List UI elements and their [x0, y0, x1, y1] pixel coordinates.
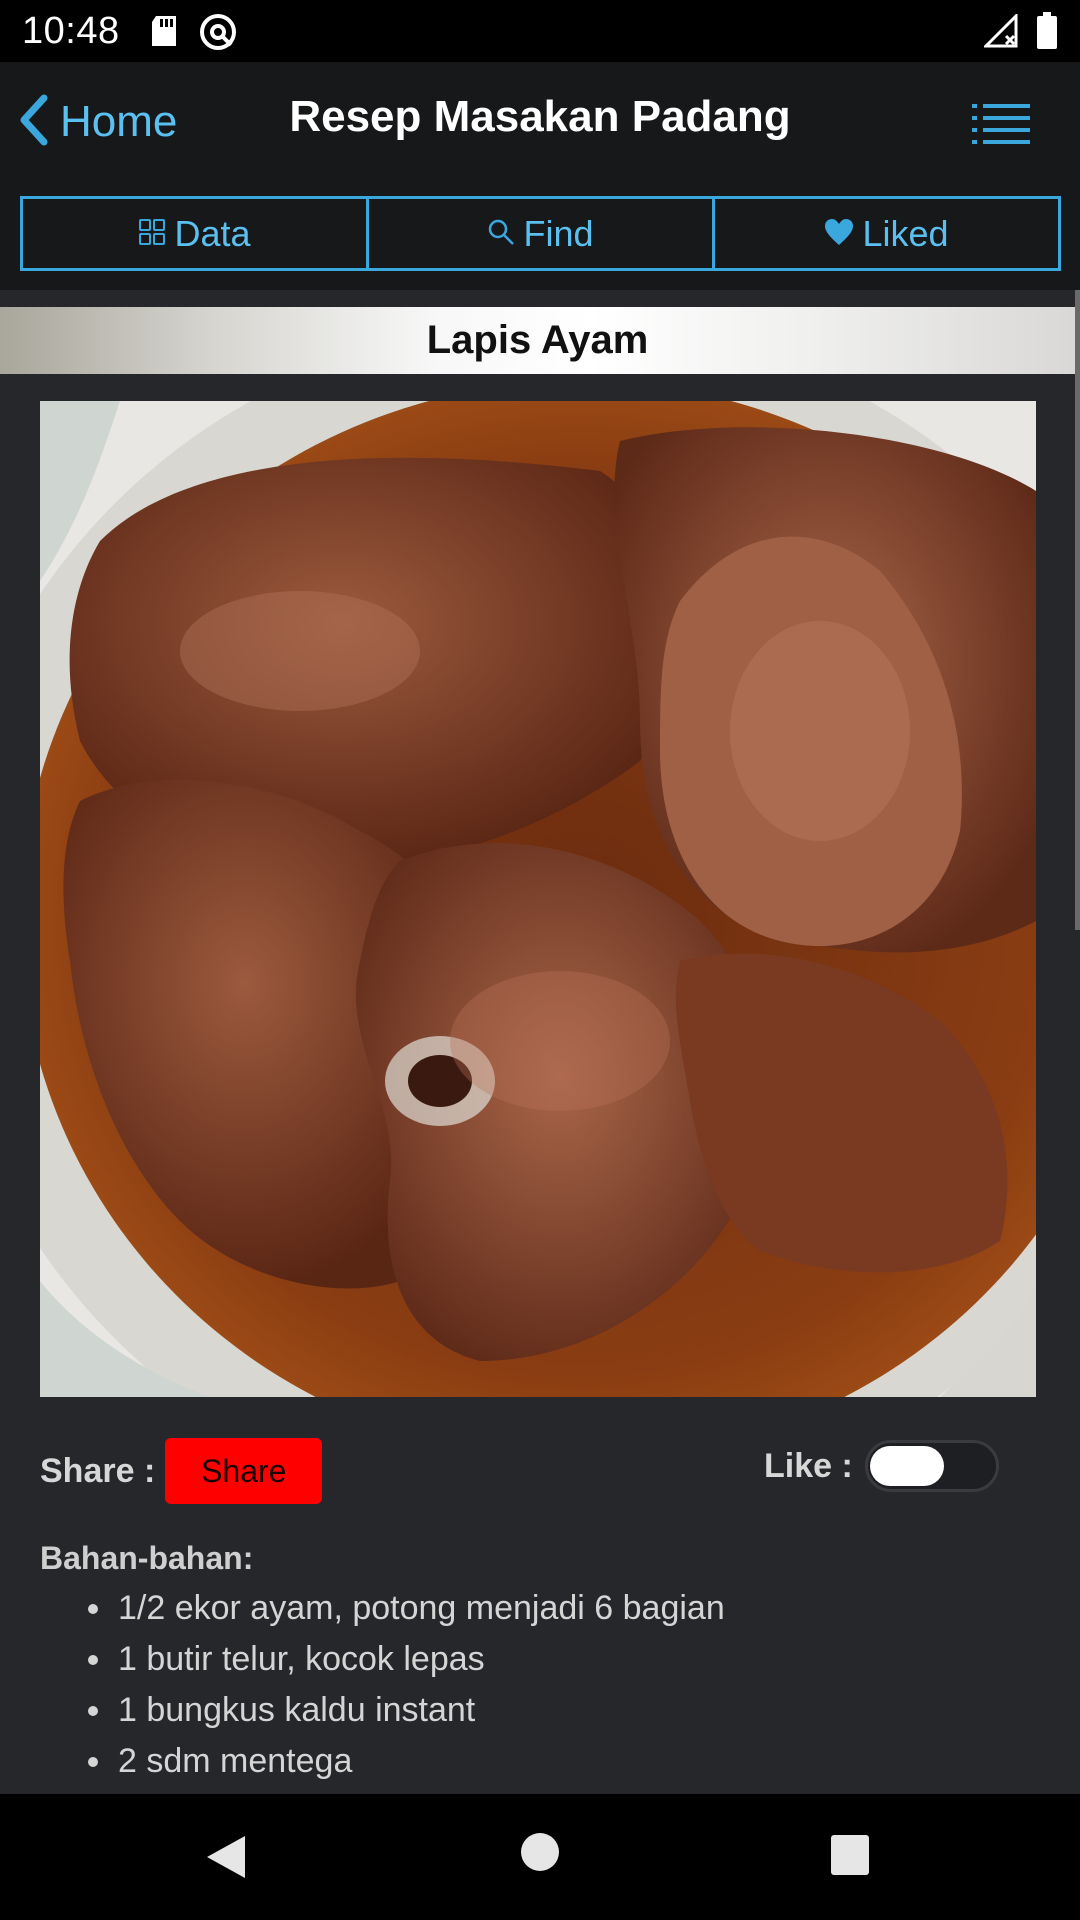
signal-icon	[982, 12, 1020, 53]
back-label: Home	[60, 97, 178, 146]
like-label: Like :	[764, 1446, 853, 1485]
list-item: 1 bungkus kaldu instant	[88, 1685, 1040, 1736]
status-time: 10:48	[22, 10, 120, 52]
nav-recents-icon[interactable]	[830, 1834, 870, 1881]
tab-data-label: Data	[174, 212, 251, 254]
search-icon	[487, 213, 515, 255]
heart-icon	[824, 213, 854, 255]
tab-liked[interactable]: Liked	[715, 199, 1058, 268]
list-menu-icon[interactable]	[972, 102, 1032, 144]
nav-back-icon[interactable]	[205, 1834, 247, 1885]
list-item: 1/2 ekor ayam, potong menjadi 6 bagian	[88, 1583, 1040, 1634]
like-toggle[interactable]	[864, 1440, 999, 1492]
recipe-content[interactable]: Lapis Ayam Share: Share Like: Bahan-ba…	[0, 290, 1080, 1794]
page-title: Resep Masakan Padang	[289, 92, 791, 141]
ingredients-section: Bahan-bahan: 1/2 ekor ayam, potong menja…	[40, 1540, 1040, 1787]
scrollbar[interactable]	[1075, 290, 1080, 930]
recipe-title: Lapis Ayam	[426, 318, 649, 362]
tab-find[interactable]: Find	[369, 199, 715, 268]
recipe-photo	[40, 401, 1036, 1397]
list-item: 2 sdm mentega	[88, 1736, 1040, 1787]
sd-card-icon	[148, 14, 180, 53]
recipe-title-bar: Lapis Ayam	[0, 307, 1075, 374]
list-item: 1 butir telur, kocok lepas	[88, 1634, 1040, 1685]
ingredients-list: 1/2 ekor ayam, potong menjadi 6 bagian 1…	[40, 1583, 1040, 1787]
app-bar: Home Resep Masakan Padang	[0, 62, 1080, 180]
share-label: Share :	[40, 1451, 156, 1490]
tab-find-label: Find	[523, 212, 594, 254]
grid-icon	[138, 213, 166, 255]
tab-data[interactable]: Data	[23, 199, 369, 268]
back-button[interactable]: Home	[18, 92, 177, 152]
ingredients-title: Bahan-bahan:	[40, 1540, 254, 1576]
battery-icon	[1036, 12, 1058, 55]
sync-icon	[198, 12, 238, 57]
chevron-left-icon	[18, 94, 48, 151]
toggle-knob	[869, 1446, 944, 1486]
like-row: Like :	[764, 1438, 999, 1494]
tab-bar: Data Find Liked	[0, 180, 1080, 290]
system-nav-bar	[0, 1794, 1080, 1920]
tab-liked-label: Liked	[862, 212, 949, 254]
nav-home-icon[interactable]	[520, 1832, 560, 1877]
status-bar: 10:48	[0, 0, 1080, 62]
share-button[interactable]: Share	[165, 1438, 323, 1504]
share-row: Share : Share	[40, 1438, 323, 1504]
